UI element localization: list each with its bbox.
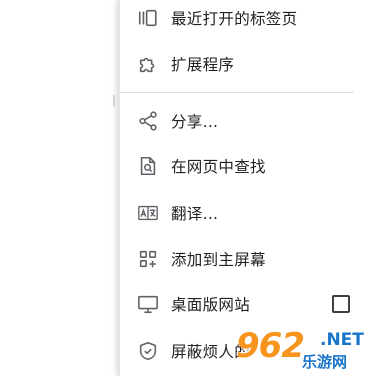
menu-item-label: 扩展程序: [171, 56, 235, 74]
menu-item-extensions[interactable]: 扩展程序: [120, 41, 375, 87]
text-cursor-mark: [113, 95, 115, 107]
menu-item-label: 添加到主屏幕: [171, 251, 266, 269]
menu-item-translate[interactable]: 翻译...: [120, 190, 375, 236]
desktop-icon: [136, 292, 160, 316]
menu-item-label: 翻译...: [171, 205, 219, 223]
translate-icon: [136, 201, 160, 225]
desktop-site-checkbox[interactable]: [332, 295, 350, 313]
browser-overflow-menu: 最近打开的标签页 扩展程序 分享... 在网页中查找 翻译... 添加到主屏幕 …: [119, 0, 375, 376]
menu-item-add-to-home[interactable]: 添加到主屏幕: [120, 236, 375, 282]
find-in-page-icon: [136, 154, 160, 178]
menu-item-share[interactable]: 分享...: [120, 98, 375, 144]
menu-item-desktop-site[interactable]: 桌面版网站: [120, 281, 375, 327]
menu-item-label: 最近打开的标签页: [171, 10, 298, 28]
menu-item-label: 在网页中查找: [171, 158, 266, 176]
menu-item-label: 桌面版网站: [171, 296, 251, 314]
menu-item-recent-tabs[interactable]: 最近打开的标签页: [120, 0, 375, 41]
puzzle-icon: [136, 52, 160, 76]
watermark-site: 乐游网: [302, 353, 348, 371]
site-watermark: 962 .NET 乐游网: [236, 326, 375, 376]
share-icon: [136, 109, 160, 133]
watermark-number: 962: [236, 326, 305, 366]
add-to-home-icon: [136, 247, 160, 271]
watermark-domain: .NET: [320, 330, 364, 350]
page-backdrop: [0, 0, 118, 376]
menu-item-label: 分享...: [171, 113, 219, 131]
recent-tabs-icon: [136, 6, 160, 30]
shield-icon: [136, 339, 160, 363]
menu-item-find-in-page[interactable]: 在网页中查找: [120, 143, 375, 189]
menu-divider: [120, 92, 354, 93]
